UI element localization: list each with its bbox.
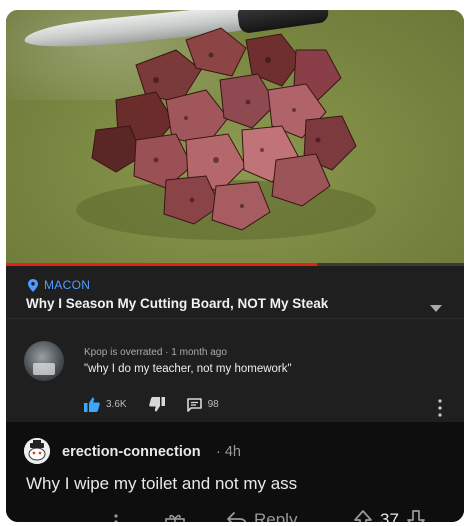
comment-author[interactable]: Kpop is overrated — [84, 347, 162, 358]
reply-button[interactable]: Reply — [226, 510, 297, 522]
video-location[interactable]: MACON — [28, 278, 90, 292]
meta-separator: · — [165, 347, 169, 358]
post-card: MACON Why I Season My Cutting Board, NOT… — [6, 10, 464, 522]
more-vertical-icon[interactable] — [438, 399, 442, 417]
replies-button[interactable]: 98 — [186, 397, 219, 412]
video-info: MACON Why I Season My Cutting Board, NOT… — [6, 266, 464, 318]
comment-meta: Kpop is overrated · 1 month ago — [84, 347, 227, 358]
reply-count: 98 — [207, 399, 219, 410]
reddit-actions: Reply 37 — [6, 508, 464, 522]
vote-control: 37 — [354, 510, 425, 522]
reddit-time: · 4h — [216, 444, 241, 460]
comment-actions: 3.6K 98 — [84, 397, 241, 412]
video-thumbnail[interactable] — [6, 10, 464, 264]
upvote-icon[interactable] — [354, 510, 372, 522]
reddit-comment-body: Why I wipe my toilet and not my ass — [26, 474, 298, 493]
like-button[interactable]: 3.6K — [84, 397, 127, 412]
reply-arrow-icon — [227, 512, 247, 522]
video-title[interactable]: Why I Season My Cutting Board, NOT My St… — [26, 296, 328, 311]
avatar[interactable] — [24, 341, 64, 381]
location-pin-icon — [28, 278, 38, 292]
avatar[interactable] — [24, 438, 50, 464]
thumbs-down-icon — [148, 397, 165, 412]
steak-cubes-image — [76, 27, 376, 240]
dislike-button[interactable] — [148, 397, 165, 412]
comment-text: "why I do my teacher, not my homework" — [84, 363, 292, 375]
more-vertical-icon[interactable] — [114, 514, 118, 522]
reddit-username[interactable]: erection-connection — [62, 444, 201, 460]
reddit-comment: erection-connection · 4h Why I wipe my t… — [6, 422, 464, 522]
reply-label: Reply — [254, 510, 298, 522]
downvote-icon[interactable] — [407, 510, 425, 522]
vote-score: 37 — [380, 510, 399, 522]
snoo-avatar-icon — [24, 438, 50, 464]
comment-icon — [186, 397, 202, 412]
gift-icon[interactable] — [164, 512, 186, 522]
chevron-down-icon[interactable] — [430, 305, 442, 313]
youtube-comment: Kpop is overrated · 1 month ago "why I d… — [6, 318, 464, 422]
location-label: MACON — [44, 278, 91, 292]
thumbs-up-icon — [84, 397, 100, 412]
comment-time: 1 month ago — [171, 347, 227, 358]
like-count: 3.6K — [106, 399, 127, 410]
